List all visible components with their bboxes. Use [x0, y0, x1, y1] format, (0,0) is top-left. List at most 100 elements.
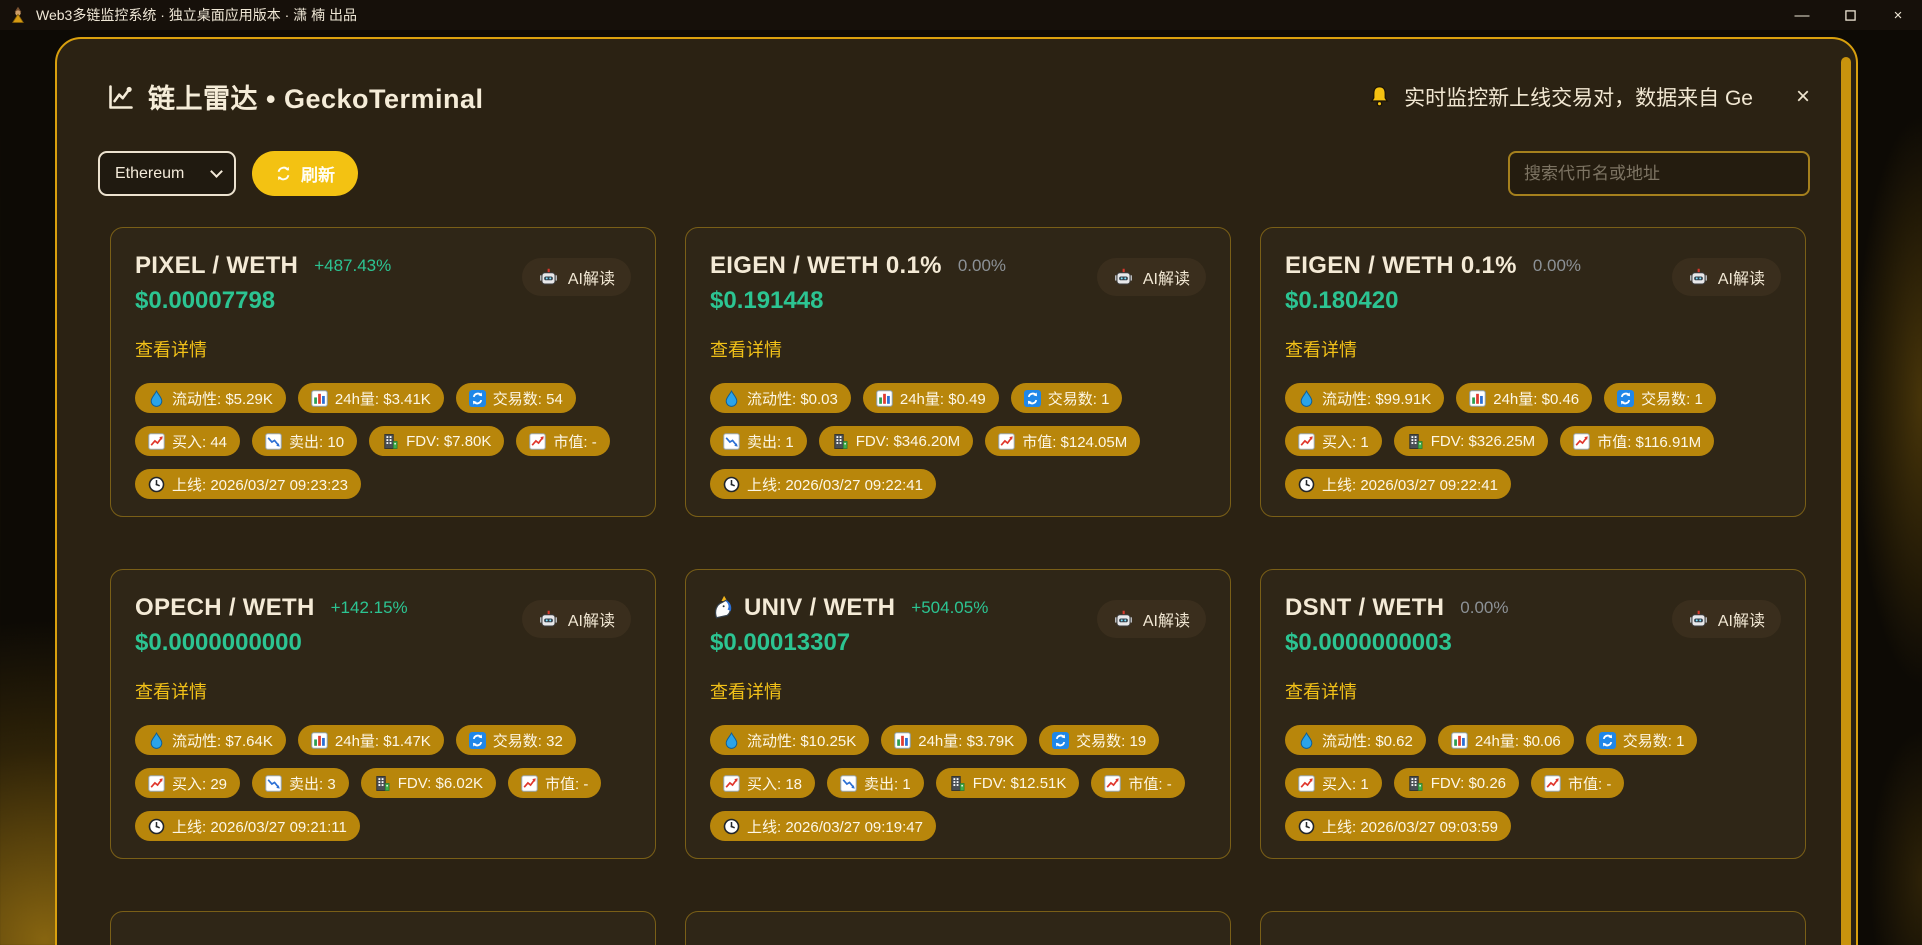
view-details-link[interactable]: 查看详情 — [710, 336, 782, 362]
stat-badge: 市值: $116.91M — [1560, 426, 1714, 456]
badge-label: 买入: 29 — [172, 773, 227, 794]
chart-up-icon — [148, 775, 165, 792]
view-details-link[interactable]: 查看详情 — [1285, 336, 1357, 362]
stat-badge: 24h量: $0.49 — [863, 383, 999, 413]
ai-analyze-label: AI解读 — [568, 607, 615, 631]
ai-analyze-label: AI解读 — [1143, 607, 1190, 631]
price-change: 0.00% — [1460, 598, 1508, 618]
chart-up-icon — [1544, 775, 1561, 792]
view-details-link[interactable]: 查看详情 — [710, 678, 782, 704]
ai-analyze-button[interactable]: AI解读 — [1672, 600, 1781, 638]
stat-badge: 上线: 2026/03/27 09:23:23 — [135, 469, 361, 499]
badge-label: 市值: $116.91M — [1597, 431, 1701, 452]
pair-price: $0.0000000000 — [135, 629, 408, 657]
stat-badge: 交易数: 19 — [1039, 725, 1159, 755]
chart-down-icon — [723, 433, 740, 450]
search-input[interactable] — [1508, 151, 1810, 196]
refresh-button[interactable]: 刷新 — [252, 151, 358, 196]
close-panel-button[interactable]: × — [1796, 85, 1810, 109]
ai-analyze-button[interactable]: AI解读 — [1097, 600, 1206, 638]
badge-label: 24h量: $0.06 — [1475, 730, 1561, 751]
stat-badge: FDV: $326.25M — [1394, 426, 1549, 456]
bar-chart-icon — [876, 390, 893, 407]
badge-label: 24h量: $0.46 — [1493, 388, 1579, 409]
robot-icon — [538, 609, 559, 630]
badge-label: 卖出: 10 — [289, 431, 344, 452]
vertical-scrollbar[interactable] — [1841, 57, 1851, 945]
ai-analyze-button[interactable]: AI解读 — [522, 600, 631, 638]
chain-select[interactable]: Ethereum — [98, 151, 236, 196]
droplet-icon — [1298, 732, 1315, 749]
price-change: 0.00% — [1533, 256, 1581, 276]
badge-list: 流动性: $7.64K 24h量: $1.47K 交易数: 32 买入: 29 … — [135, 725, 631, 841]
badge-label: 交易数: 32 — [493, 730, 563, 751]
pair-price: $0.0000000003 — [1285, 629, 1509, 657]
stat-badge: 买入: 1 — [1285, 426, 1382, 456]
bar-chart-icon — [311, 390, 328, 407]
panel-header: 链上雷达 • GeckoTerminal 实时监控新上线交易对，数据来自 Ge … — [57, 39, 1856, 116]
clock-icon — [148, 818, 165, 835]
bar-chart-icon — [1451, 732, 1468, 749]
badge-label: FDV: $346.20M — [856, 433, 961, 450]
ai-analyze-label: AI解读 — [1718, 265, 1765, 289]
badge-label: FDV: $12.51K — [973, 775, 1067, 792]
badge-label: 上线: 2026/03/27 09:23:23 — [172, 474, 348, 495]
card-head: OPECH / WETH +142.15% $0.0000000000 — [135, 594, 408, 657]
pair-price: $0.00013307 — [710, 629, 988, 657]
view-details-link[interactable]: 查看详情 — [135, 678, 207, 704]
card-head: PIXEL / WETH +487.43% $0.00007798 — [135, 252, 391, 315]
window-titlebar: Web3多链监控系统 · 独立桌面应用版本 · 潇 楠 出品 — × — [0, 0, 1922, 30]
robot-icon — [538, 267, 559, 288]
building-icon — [1407, 433, 1424, 450]
swap-icon — [1052, 732, 1069, 749]
badge-label: 交易数: 19 — [1076, 730, 1146, 751]
panel-title: 链上雷达 • GeckoTerminal — [107, 77, 484, 116]
stat-badge: 24h量: $0.46 — [1456, 383, 1592, 413]
chart-up-icon — [1298, 775, 1315, 792]
building-icon — [1407, 775, 1424, 792]
price-change: +487.43% — [314, 256, 391, 276]
badge-label: 上线: 2026/03/27 09:22:41 — [1322, 474, 1498, 495]
cards-grid: PIXEL / WETH +487.43% $0.00007798 AI解读 查… — [57, 227, 1856, 945]
view-details-link[interactable]: 查看详情 — [1285, 678, 1357, 704]
badge-label: FDV: $7.80K — [406, 433, 491, 450]
chart-down-icon — [265, 775, 282, 792]
close-window-button[interactable]: × — [1874, 0, 1922, 30]
maximize-icon — [1845, 10, 1856, 21]
badge-label: 卖出: 3 — [289, 773, 336, 794]
chart-up-icon — [529, 433, 546, 450]
view-details-link[interactable]: 查看详情 — [135, 336, 207, 362]
stat-badge: 上线: 2026/03/27 09:19:47 — [710, 811, 936, 841]
badge-label: 24h量: $0.49 — [900, 388, 986, 409]
ai-analyze-label: AI解读 — [1143, 265, 1190, 289]
badge-list: 流动性: $10.25K 24h量: $3.79K 交易数: 19 买入: 18… — [710, 725, 1206, 841]
card-head: UNIV / WETH +504.05% $0.00013307 — [710, 594, 988, 657]
ai-analyze-button[interactable]: AI解读 — [1672, 258, 1781, 296]
stat-badge: FDV: $7.80K — [369, 426, 504, 456]
badge-label: FDV: $326.25M — [1431, 433, 1536, 450]
ai-analyze-button[interactable]: AI解读 — [1097, 258, 1206, 296]
badge-label: 流动性: $7.64K — [172, 730, 273, 751]
maximize-button[interactable] — [1826, 0, 1874, 30]
chart-line-icon — [107, 83, 135, 111]
minimize-button[interactable]: — — [1778, 0, 1826, 30]
chart-down-icon — [840, 775, 857, 792]
badge-label: 市值: - — [1568, 773, 1611, 794]
unicorn-icon — [710, 595, 736, 621]
ai-analyze-button[interactable]: AI解读 — [522, 258, 631, 296]
stat-badge: 市值: - — [516, 426, 609, 456]
bar-chart-icon — [1469, 390, 1486, 407]
stat-badge: 流动性: $0.62 — [1285, 725, 1426, 755]
badge-label: 流动性: $0.03 — [747, 388, 838, 409]
badge-label: 交易数: 1 — [1623, 730, 1685, 751]
badge-label: 上线: 2026/03/27 09:03:59 — [1322, 816, 1498, 837]
robot-icon — [1688, 609, 1709, 630]
price-change: +142.15% — [331, 598, 408, 618]
stat-badge: 流动性: $5.29K — [135, 383, 286, 413]
badge-label: 24h量: $1.47K — [335, 730, 431, 751]
badge-label: 买入: 18 — [747, 773, 802, 794]
stat-badge: 交易数: 1 — [1604, 383, 1716, 413]
stat-badge: 市值: $124.05M — [985, 426, 1140, 456]
chart-up-icon — [723, 775, 740, 792]
chart-up-icon — [998, 433, 1015, 450]
